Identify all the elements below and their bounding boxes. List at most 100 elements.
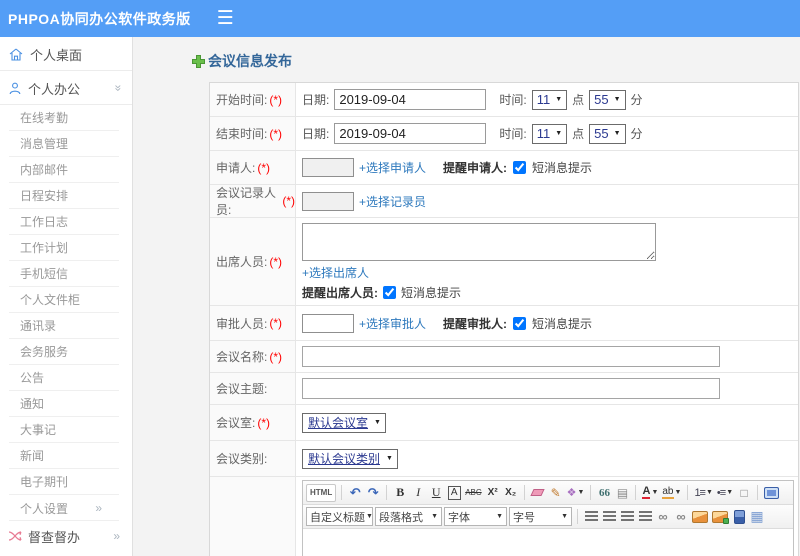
sidebar: 个人桌面 个人办公 » 在线考勤 消息管理 内部邮件 日程安排 工作日志 工作计… bbox=[0, 37, 133, 556]
end-minute-select[interactable]: 55 ▼ bbox=[589, 123, 626, 144]
underline-icon[interactable]: U bbox=[428, 484, 444, 502]
align-left-icon[interactable] bbox=[583, 508, 599, 526]
sidebar-submenu-item[interactable]: 手机短信 bbox=[0, 261, 132, 287]
select-applicant-link[interactable]: +选择申请人 bbox=[359, 159, 426, 176]
remove-link-icon[interactable]: ∞ bbox=[673, 508, 689, 526]
heading-select[interactable]: 自定义标题 ▼ bbox=[306, 507, 373, 526]
chevron-double-down-icon: » bbox=[111, 84, 126, 92]
time-label: 时间: bbox=[499, 127, 527, 141]
meeting-name-input[interactable] bbox=[302, 346, 720, 367]
unordered-list-icon[interactable]: •≡ ▼ bbox=[716, 484, 734, 502]
bold-icon[interactable]: B bbox=[392, 484, 408, 502]
sms-remind-checkbox[interactable] bbox=[513, 316, 527, 330]
main-content: 会议信息发布 开始时间:(*) 日期: 时间: 11▼ 点 55▼ 分 结束时间… bbox=[133, 37, 800, 556]
meeting-subject-input[interactable] bbox=[302, 378, 720, 399]
attendees-textarea[interactable] bbox=[302, 223, 656, 261]
date-label: 日期: bbox=[302, 127, 330, 141]
undo-icon[interactable]: ↶ bbox=[347, 484, 363, 502]
insert-image-icon[interactable] bbox=[691, 508, 709, 526]
meeting-room-select[interactable]: 默认会议室 ▼ bbox=[302, 412, 386, 433]
editor-content-area[interactable] bbox=[303, 529, 793, 556]
strikethrough-icon[interactable]: ABC bbox=[464, 484, 482, 502]
required-marker: (*) bbox=[282, 194, 295, 208]
upload-image-icon[interactable] bbox=[711, 508, 729, 526]
sidebar-submenu-item[interactable]: 通讯录 bbox=[0, 313, 132, 339]
end-date-input[interactable] bbox=[334, 123, 487, 144]
italic-icon[interactable]: I bbox=[410, 484, 426, 502]
sidebar-submenu-item[interactable]: 新闻 bbox=[0, 443, 132, 469]
paragraph-format-select[interactable]: 段落格式 ▼ bbox=[375, 507, 442, 526]
sidebar-item-desktop[interactable]: 个人桌面 bbox=[0, 37, 132, 71]
required-marker: (*) bbox=[257, 160, 271, 175]
sidebar-item-office[interactable]: 个人办公 » bbox=[0, 71, 132, 105]
paste-icon[interactable]: ▤ bbox=[614, 484, 630, 502]
field-label: 会议类别: bbox=[216, 452, 268, 466]
sidebar-submenu-item[interactable]: 日程安排 bbox=[0, 183, 132, 209]
select-recorder-link[interactable]: +选择记录员 bbox=[359, 193, 426, 210]
insert-media-icon[interactable] bbox=[731, 508, 747, 526]
ordered-list-icon[interactable]: 1≡ ▼ bbox=[693, 484, 713, 502]
eraser-icon[interactable] bbox=[530, 484, 546, 502]
sidebar-item-label: 个人设置 bbox=[20, 501, 69, 516]
format-brush-icon[interactable]: ✎ bbox=[548, 484, 564, 502]
sidebar-submenu-item[interactable]: 在线考勤 bbox=[0, 105, 132, 131]
recorder-input[interactable] bbox=[302, 191, 354, 211]
chevron-down-icon: ▼ bbox=[726, 489, 734, 496]
align-justify-icon[interactable] bbox=[637, 508, 653, 526]
form-row-meeting-room: 会议室: (*) 默认会议室 ▼ bbox=[210, 405, 798, 441]
form-row-attendees: 出席人员: (*) +选择出席人 提醒出席人员: 短消息提示 bbox=[210, 218, 798, 306]
applicant-input[interactable] bbox=[302, 158, 354, 177]
sidebar-submenu-item[interactable]: 工作计划 bbox=[0, 235, 132, 261]
sms-remind-checkbox[interactable] bbox=[513, 161, 527, 174]
sidebar-item-supervision[interactable]: 督查督办 » bbox=[0, 521, 132, 551]
sidebar-submenu-item[interactable]: 消息管理 bbox=[0, 131, 132, 157]
font-size-select[interactable]: 字号 ▼ bbox=[509, 507, 572, 526]
sidebar-submenu-item[interactable]: 个人文件柜 bbox=[0, 287, 132, 313]
start-date-input[interactable] bbox=[334, 89, 487, 110]
align-right-icon[interactable] bbox=[619, 508, 635, 526]
start-minute-select[interactable]: 55 ▼ bbox=[589, 89, 626, 110]
field-label: 结束时间: bbox=[216, 127, 268, 141]
start-hour-select[interactable]: 11 ▼ bbox=[531, 89, 568, 110]
field-label: 开始时间: bbox=[216, 93, 268, 107]
new-page-icon[interactable]: □ bbox=[736, 484, 752, 502]
required-marker: (*) bbox=[257, 415, 271, 430]
shuffle-icon bbox=[8, 531, 22, 541]
sidebar-submenu-item[interactable]: 会务服务 bbox=[0, 339, 132, 365]
subscript-icon[interactable]: X₂ bbox=[503, 484, 519, 502]
insert-table-icon[interactable]: ▦ bbox=[749, 508, 765, 526]
redo-icon[interactable]: ↷ bbox=[365, 484, 381, 502]
meeting-category-select[interactable]: 默认会议类别 ▼ bbox=[302, 448, 398, 469]
sidebar-submenu-item[interactable]: 通知 bbox=[0, 391, 132, 417]
select-attendees-link[interactable]: +选择出席人 bbox=[302, 264, 369, 281]
sidebar-submenu-item[interactable]: 大事记 bbox=[0, 417, 132, 443]
superscript-icon[interactable]: X² bbox=[485, 484, 501, 502]
sidebar-submenu-item[interactable]: 内部邮件 bbox=[0, 157, 132, 183]
font-color-icon[interactable]: A ▼ bbox=[641, 484, 659, 502]
hamburger-menu-icon[interactable]: ☰ bbox=[217, 9, 234, 28]
form-row-meeting-subject: 会议主题: bbox=[210, 373, 798, 405]
sidebar-submenu-item[interactable]: 电子期刊 bbox=[0, 469, 132, 495]
align-center-icon[interactable] bbox=[601, 508, 617, 526]
insert-link-icon[interactable]: ∞ bbox=[655, 508, 671, 526]
user-icon bbox=[9, 82, 21, 94]
fullscreen-icon[interactable] bbox=[763, 484, 780, 502]
sidebar-submenu-item[interactable]: 公告 bbox=[0, 365, 132, 391]
approver-input[interactable] bbox=[302, 313, 354, 333]
blockquote-icon[interactable]: 66 bbox=[596, 484, 612, 502]
font-family-select[interactable]: 字体 ▼ bbox=[444, 507, 507, 526]
select-approver-link[interactable]: +选择审批人 bbox=[359, 315, 426, 332]
hour-unit: 点 bbox=[572, 127, 585, 141]
palette-icon[interactable]: ❖ ▼ bbox=[566, 484, 586, 502]
end-hour-select[interactable]: 11 ▼ bbox=[531, 123, 568, 144]
hour-unit: 点 bbox=[572, 93, 585, 107]
required-marker: (*) bbox=[269, 316, 283, 330]
sms-remind-checkbox[interactable] bbox=[383, 286, 396, 299]
html-source-button[interactable]: HTML bbox=[306, 483, 337, 502]
form-row-recorder: 会议记录人员: (*) +选择记录员 bbox=[210, 185, 798, 218]
highlight-color-icon[interactable]: ab ▼ bbox=[661, 484, 682, 502]
sidebar-item-settings[interactable]: 个人设置 » bbox=[0, 495, 132, 521]
sidebar-submenu-item[interactable]: 工作日志 bbox=[0, 209, 132, 235]
required-marker: (*) bbox=[269, 349, 283, 364]
font-style-icon[interactable]: A bbox=[447, 485, 461, 500]
